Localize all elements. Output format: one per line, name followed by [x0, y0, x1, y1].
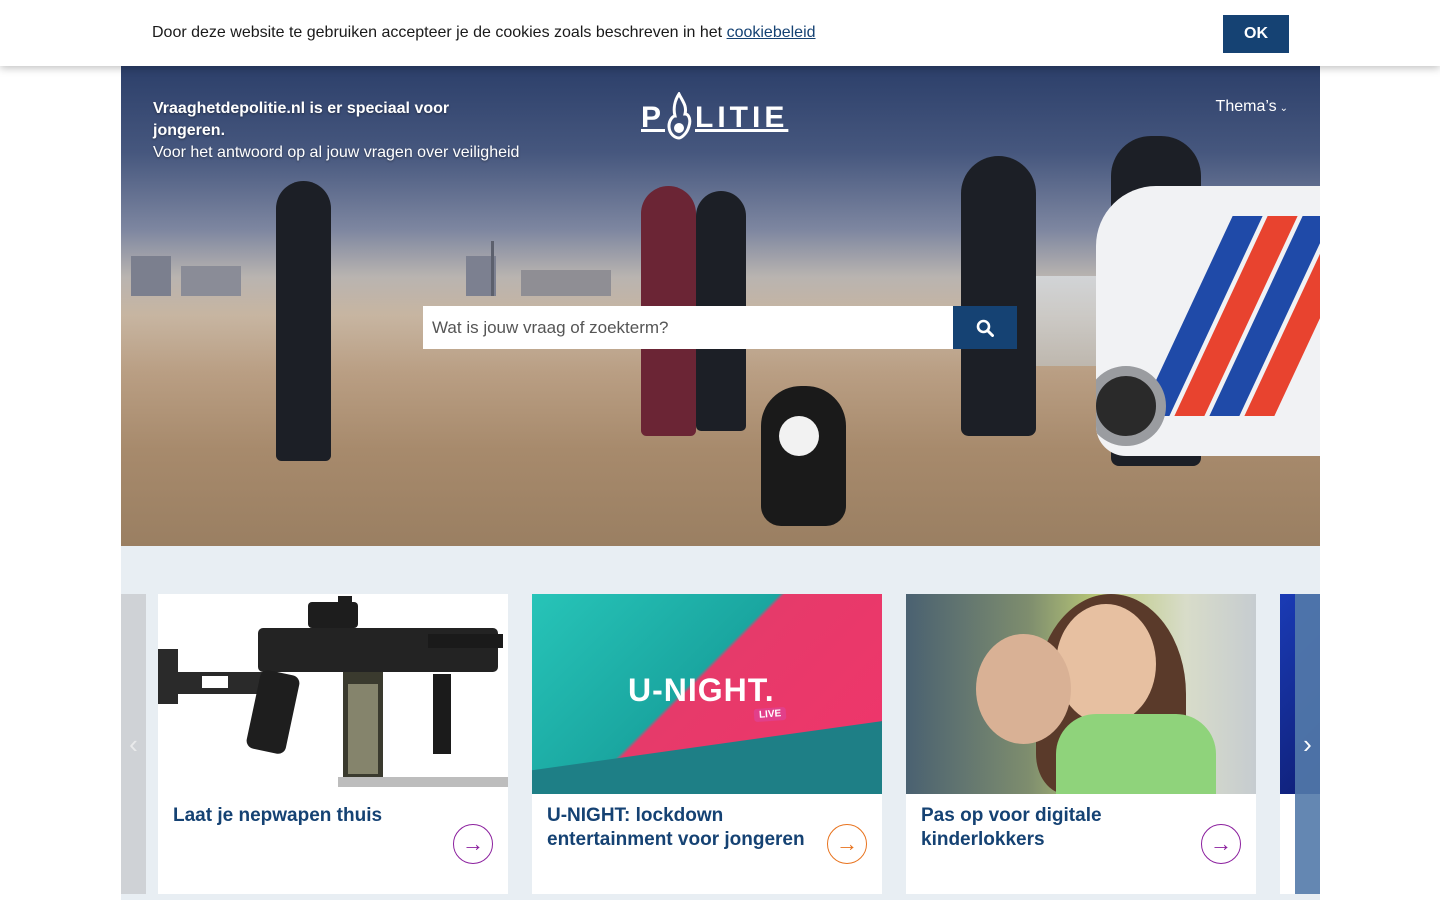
live-badge: LIVE [753, 706, 787, 723]
hero-banner: Vraaghetdepolitie.nl is er speciaal voor… [121, 66, 1320, 546]
cookie-text: Door deze website te gebruiken accepteer… [152, 24, 727, 41]
card-title: U-NIGHT: lockdown entertainment voor jon… [547, 805, 805, 850]
card-title: Pas op voor digitale kinderlokkers [921, 805, 1102, 850]
card-image: U-NIGHT. LIVE [532, 594, 882, 794]
flame-badge-icon [667, 92, 692, 140]
chevron-left-icon: ‹ [129, 728, 138, 759]
logo-prefix: P [641, 101, 666, 134]
themes-menu[interactable]: Thema’s ⌄ [1216, 98, 1288, 116]
intro-text: Vraaghetdepolitie.nl is er speciaal voor… [153, 98, 523, 164]
skyline-illustration [131, 241, 611, 296]
cookie-policy-link[interactable]: cookiebeleid [727, 24, 816, 41]
intro-heading: Vraaghetdepolitie.nl is er speciaal voor… [153, 100, 450, 139]
arrow-right-icon: → [462, 831, 484, 856]
person-figure [276, 181, 331, 461]
logo-text: LITIE [695, 101, 789, 134]
page-content: Vraaghetdepolitie.nl is er speciaal voor… [121, 66, 1320, 900]
card-arrow-button[interactable]: → [827, 824, 867, 864]
card-arrow-button[interactable]: → [1201, 824, 1241, 864]
search-input[interactable] [423, 306, 953, 349]
cookie-message: Door deze website te gebruiken accepteer… [152, 24, 816, 42]
chevron-down-icon: ⌄ [1279, 103, 1288, 114]
cookie-ok-button[interactable]: OK [1223, 15, 1289, 53]
cookie-bar: Door deze website te gebruiken accepteer… [0, 0, 1440, 66]
arrow-right-icon: → [836, 831, 858, 856]
politie-logo[interactable]: P LITIE [641, 88, 801, 148]
dog-figure [761, 386, 846, 526]
news-card[interactable]: Laat je nepwapen thuis → [158, 594, 508, 894]
search-button[interactable] [953, 306, 1017, 349]
replica-gun-image [158, 594, 508, 794]
image-figure [1056, 714, 1216, 794]
person-figure [961, 156, 1036, 436]
card-arrow-button[interactable]: → [453, 824, 493, 864]
arrow-right-icon: → [1210, 831, 1232, 856]
carousel-prev-button[interactable]: ‹ [121, 594, 146, 894]
image-figure [1056, 604, 1156, 724]
news-card[interactable]: U-NIGHT. LIVE U-NIGHT: lockdown entertai… [532, 594, 882, 894]
card-title: Laat je nepwapen thuis [173, 805, 383, 826]
image-figure [976, 634, 1071, 744]
news-carousel: ‹ Laat je nepwapen thuis → U-NIGHT. LIVE… [121, 594, 1320, 900]
search-icon [976, 319, 994, 337]
card-image [158, 594, 508, 794]
themes-label: Thema’s [1215, 98, 1277, 115]
image-band [532, 712, 882, 794]
intro-subtext: Voor het antwoord op al jouw vragen over… [153, 144, 520, 161]
unight-logo: U-NIGHT. [628, 672, 775, 708]
police-car [1096, 186, 1320, 456]
card-image [906, 594, 1256, 794]
chevron-right-icon: › [1303, 728, 1312, 759]
search-bar [423, 306, 1017, 349]
carousel-next-button[interactable]: › [1295, 594, 1320, 894]
news-card[interactable]: Pas op voor digitale kinderlokkers → [906, 594, 1256, 894]
